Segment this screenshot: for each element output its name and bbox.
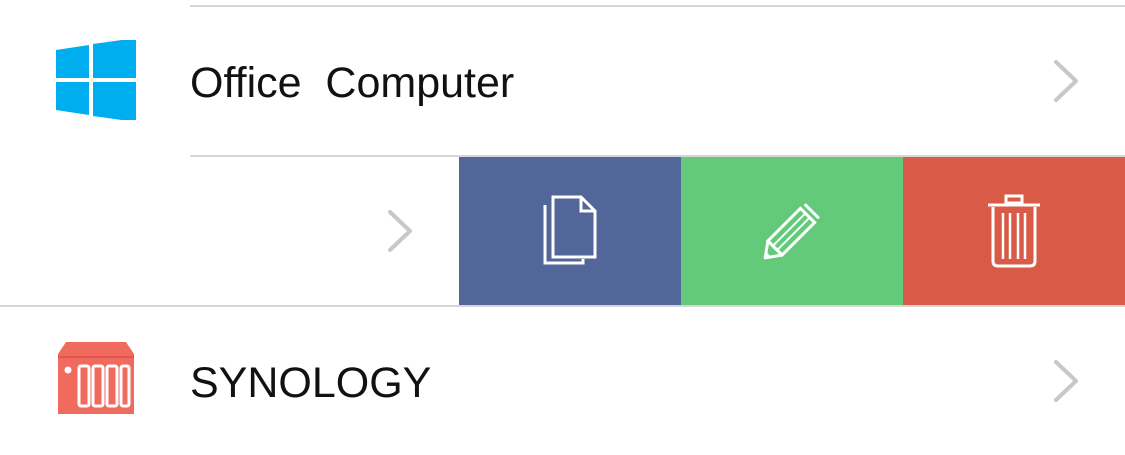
item-name: SYNOLOGY — [190, 359, 432, 407]
item-name: Office Computer — [190, 59, 515, 107]
windows-logo-icon — [56, 38, 136, 125]
copy-icon — [543, 195, 597, 265]
pencil-edit-icon — [763, 203, 820, 260]
list-item-swiped[interactable] — [0, 157, 459, 305]
nas-server-icon — [56, 342, 136, 423]
delete-button[interactable] — [903, 157, 1125, 305]
chevron-right-icon — [1054, 360, 1078, 402]
chevron-right-icon — [1054, 60, 1078, 102]
copy-button[interactable] — [459, 157, 681, 305]
list-item-synology[interactable]: SYNOLOGY — [0, 307, 1125, 455]
edit-button[interactable] — [681, 157, 903, 305]
chevron-right-icon — [388, 210, 412, 252]
trash-icon — [988, 194, 1040, 268]
list-item-office-computer[interactable]: Office Computer — [0, 7, 1125, 155]
